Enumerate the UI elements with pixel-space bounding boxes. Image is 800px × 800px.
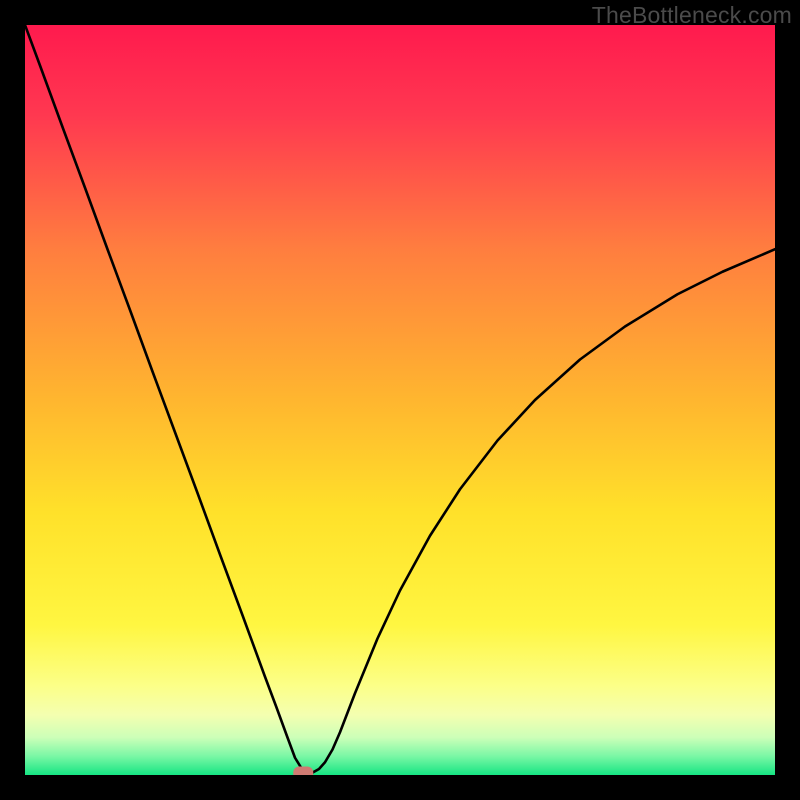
watermark-text: TheBottleneck.com (592, 2, 792, 29)
plot-background (25, 25, 775, 775)
bottleneck-chart (0, 0, 800, 800)
optimal-point-marker (293, 767, 313, 780)
chart-frame: { "watermark": "TheBottleneck.com", "cha… (0, 0, 800, 800)
